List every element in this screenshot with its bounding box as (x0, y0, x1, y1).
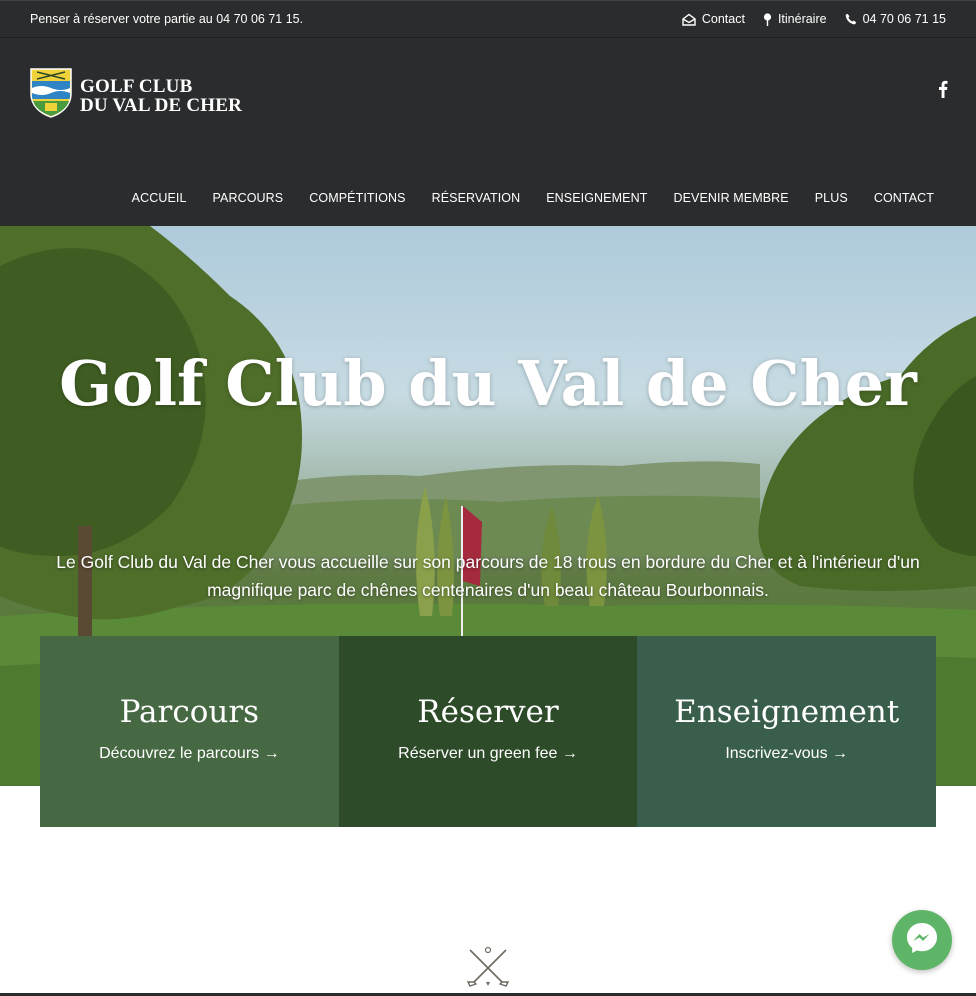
nav-contact[interactable]: CONTACT (861, 191, 946, 205)
messenger-chat-button[interactable] (892, 910, 952, 970)
card-reserver[interactable]: Réserver Réserver un green fee → (338, 636, 638, 827)
nav-parcours[interactable]: PARCOURS (200, 191, 297, 205)
card-enseignement-title: Enseignement (674, 694, 900, 730)
map-pin-icon (763, 12, 772, 26)
crossed-golf-clubs-icon (466, 944, 510, 993)
card-enseignement[interactable]: Enseignement Inscrivez-vous → (637, 636, 937, 827)
logo-line-2: DU VAL DE CHER (80, 94, 243, 116)
facebook-icon (938, 80, 948, 102)
messenger-icon (904, 920, 940, 961)
nav-plus[interactable]: PLUS (802, 191, 861, 205)
nav-reservation[interactable]: RÉSERVATION (419, 191, 534, 205)
card-parcours-title: Parcours (119, 694, 260, 730)
facebook-link[interactable] (938, 80, 948, 103)
logo-text: GOLF CLUB DU VAL DE CHER (80, 77, 242, 115)
phone-icon (845, 13, 857, 25)
card-enseignement-link[interactable]: Inscrivez-vous → (725, 745, 848, 763)
phone-link[interactable]: 04 70 06 71 15 (845, 12, 946, 26)
site-logo[interactable]: GOLF CLUB DU VAL DE CHER (30, 68, 242, 123)
top-bar: Penser à réserver votre partie au 04 70 … (0, 0, 976, 38)
nav-accueil[interactable]: ACCUEIL (119, 191, 200, 205)
envelope-icon (682, 13, 696, 26)
hero-title: Golf Club du Val de Cher (59, 347, 917, 420)
itinerary-link-label: Itinéraire (777, 12, 827, 26)
site-header: GOLF CLUB DU VAL DE CHER ACCUEIL PARCOUR… (0, 38, 976, 226)
top-links: Contact Itinéraire 04 70 06 71 15 (682, 12, 946, 26)
card-reserver-link[interactable]: Réserver un green fee → (398, 745, 578, 763)
top-notice: Penser à réserver votre partie au 04 70 … (30, 12, 304, 26)
card-parcours-link[interactable]: Découvrez le parcours → (99, 745, 280, 763)
contact-link-label: Contact (701, 12, 745, 26)
hero-subtitle: Le Golf Club du Val de Cher vous accueil… (56, 552, 920, 600)
feature-cards: Parcours Découvrez le parcours → Réserve… (40, 636, 937, 827)
logo-line-1: GOLF CLUB (80, 75, 193, 97)
phone-link-label: 04 70 06 71 15 (862, 12, 946, 26)
card-parcours[interactable]: Parcours Découvrez le parcours → (40, 636, 339, 827)
contact-link[interactable]: Contact (682, 12, 745, 26)
nav-devenir-membre[interactable]: DEVENIR MEMBRE (660, 191, 801, 205)
nav-enseignement[interactable]: ENSEIGNEMENT (533, 191, 660, 205)
nav-competitions[interactable]: COMPÉTITIONS (296, 191, 418, 205)
itinerary-link[interactable]: Itinéraire (763, 12, 827, 26)
club-crest-icon (30, 68, 72, 123)
card-reserver-title: Réserver (417, 694, 559, 730)
main-nav: ACCUEIL PARCOURS COMPÉTITIONS RÉSERVATIO… (119, 191, 946, 205)
